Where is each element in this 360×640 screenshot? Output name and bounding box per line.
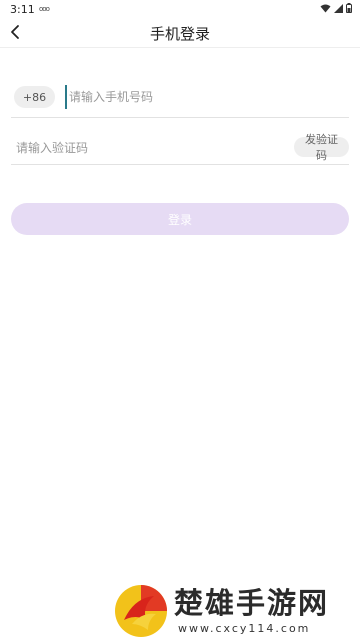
phone-input[interactable] — [65, 85, 331, 109]
battery-icon — [346, 3, 352, 13]
signal-icon — [334, 3, 343, 13]
watermark-name: 楚雄手游网 — [174, 586, 330, 620]
page-title: 手机登录 — [149, 25, 210, 43]
code-row: 发验证码 — [11, 131, 349, 165]
login-button[interactable]: 登录 — [11, 203, 349, 235]
watermark-url: www.cxcy114.com — [178, 622, 311, 635]
wifi-icon — [320, 4, 331, 12]
status-icons — [320, 3, 352, 13]
watermark-logo-icon — [115, 585, 167, 637]
status-bar: 3:11 ooo — [0, 0, 360, 18]
watermark: 楚雄手游网 www.cxcy114.com — [112, 578, 360, 640]
verification-code-input[interactable] — [14, 136, 268, 160]
status-time: 3:11 — [10, 3, 35, 16]
notification-icon: ooo — [39, 5, 50, 13]
phone-row: +86 — [11, 80, 349, 118]
nav-bar: 手机登录 — [0, 18, 360, 48]
send-code-button[interactable]: 发验证码 — [294, 133, 349, 162]
country-code-button[interactable]: +86 — [14, 86, 55, 108]
